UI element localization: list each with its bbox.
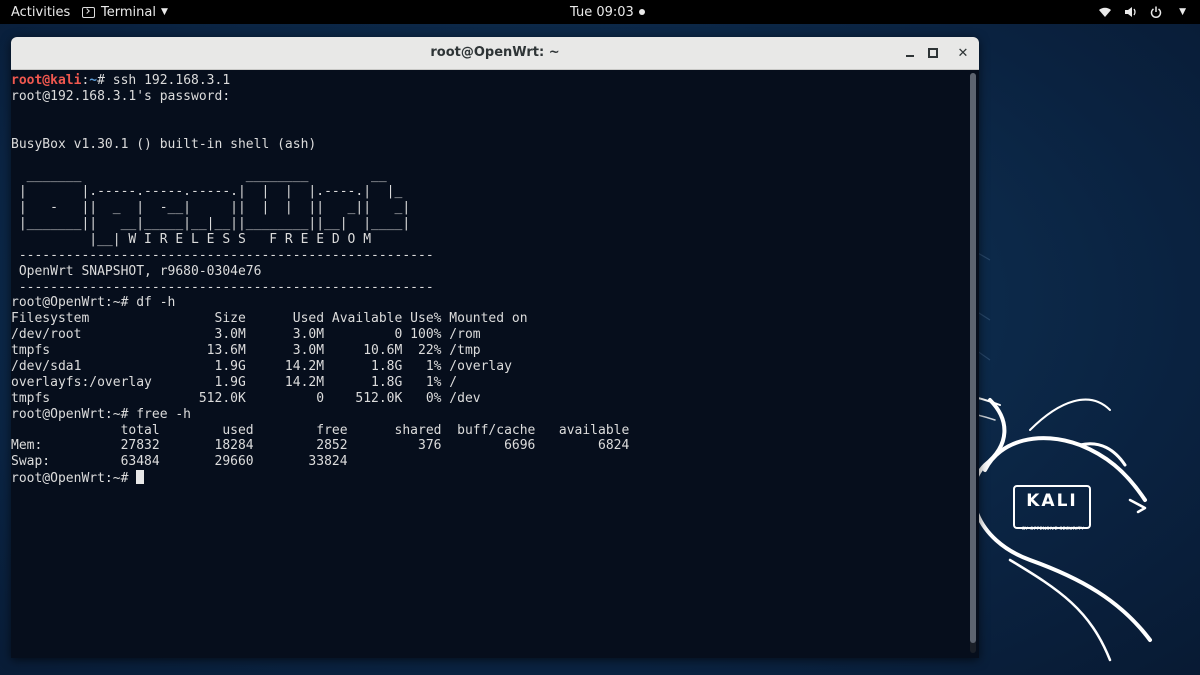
terminal-text: root@OpenWrt:~# free -h [11, 406, 192, 422]
terminal-line: tmpfs 13.6M 3.0M 10.6M 22% /tmp [11, 343, 966, 359]
app-menu-button[interactable]: Terminal ▼ [82, 0, 168, 24]
terminal-line: total used free shared buff/cache availa… [11, 423, 966, 439]
terminal-cursor [136, 470, 145, 485]
terminal-text: ----------------------------------------… [11, 247, 434, 263]
close-icon: ✕ [957, 45, 969, 61]
top-bar: Activities Terminal ▼ Tue 09:03 ▼ [0, 0, 1200, 24]
terminal-text: BusyBox v1.30.1 () built-in shell (ash) [11, 136, 317, 152]
terminal-line: overlayfs:/overlay 1.9G 14.2M 1.8G 1% / [11, 375, 966, 391]
system-tray[interactable]: ▼ [1098, 0, 1186, 24]
terminal-line: _______ ________ __ [11, 168, 966, 184]
notification-dot-icon [638, 9, 645, 15]
terminal-line: ----------------------------------------… [11, 248, 966, 264]
terminal-line: | - || _ | -__| || | | || _|| _| [11, 200, 966, 216]
close-button[interactable]: ✕ [952, 42, 974, 64]
terminal-text: Swap: 63484 29660 33824 [11, 454, 348, 470]
terminal-line: Swap: 63484 29660 33824 [11, 454, 966, 470]
maximize-button[interactable] [922, 42, 944, 64]
terminal-line: root@OpenWrt:~# [11, 470, 966, 486]
activities-label: Activities [11, 4, 71, 20]
kali-logo-subtext: BY OFFENSIVE SECURITY [1022, 527, 1084, 532]
terminal-output[interactable]: root@kali:~# ssh 192.168.3.1 root@192.168… [11, 73, 966, 653]
kali-logo-text: KALI [1026, 491, 1078, 511]
clock-label: Tue 09:03 [570, 4, 634, 20]
terminal-text: ~ [89, 73, 98, 88]
terminal-text: Mem: 27832 18284 2852 376 6696 6824 [11, 438, 630, 454]
minimize-button[interactable] [899, 42, 921, 64]
terminal-text: tmpfs 512.0K 0 512.0K 0% /dev [11, 390, 481, 406]
terminal-text: root@kali [11, 73, 82, 88]
terminal-icon [82, 6, 95, 18]
terminal-line: root@OpenWrt:~# free -h [11, 407, 966, 423]
terminal-line: |__| W I R E L E S S F R E E D O M [11, 232, 966, 248]
app-menu-label: Terminal [101, 4, 156, 20]
terminal-text: | |.-----.-----.-----.| | | |.----.| |_ [11, 184, 403, 200]
terminal-line: root@OpenWrt:~# df -h [11, 295, 966, 311]
terminal-text: ----------------------------------------… [11, 279, 434, 295]
terminal-line: Mem: 27832 18284 2852 376 6696 6824 [11, 438, 966, 454]
terminal-text: # ssh 192.168.3.1 [97, 73, 231, 88]
terminal-text: /dev/sda1 1.9G 14.2M 1.8G 1% /overlay [11, 359, 512, 375]
terminal-text: |_______|| __|_____|__|__||________||__|… [11, 216, 411, 232]
terminal-line: /dev/sda1 1.9G 14.2M 1.8G 1% /overlay [11, 359, 966, 375]
terminal-text: |__| W I R E L E S S F R E E D O M [11, 231, 372, 247]
terminal-line: |_______|| __|_____|__|__||________||__|… [11, 216, 966, 232]
caret-down-icon: ▼ [1179, 7, 1186, 17]
terminal-line: BusyBox v1.30.1 () built-in shell (ash) [11, 137, 966, 153]
terminal-window[interactable]: root@OpenWrt: ~ ✕ root@kali:~# ssh 192.1… [11, 37, 979, 658]
volume-icon [1124, 6, 1138, 18]
terminal-text: tmpfs 13.6M 3.0M 10.6M 22% /tmp [11, 343, 481, 359]
terminal-text: | - || _ | -__| || | | || _|| _| [11, 200, 411, 216]
caret-down-icon: ▼ [160, 7, 168, 17]
power-icon [1150, 6, 1162, 18]
scrollbar-thumb[interactable] [970, 73, 976, 643]
terminal-line: root@192.168.3.1's password: [11, 89, 966, 105]
terminal-area[interactable]: root@kali:~# ssh 192.168.3.1 root@192.168… [11, 70, 979, 658]
activities-button[interactable]: Activities [11, 0, 70, 24]
terminal-line: | |.-----.-----.-----.| | | |.----.| |_ [11, 184, 966, 200]
terminal-text: OpenWrt SNAPSHOT, r9680-0304e76 [11, 263, 262, 279]
wifi-icon [1098, 6, 1112, 18]
terminal-text: /dev/root 3.0M 3.0M 0 100% /rom [11, 327, 481, 343]
terminal-text: root@OpenWrt:~# df -h [11, 295, 176, 311]
terminal-line: ----------------------------------------… [11, 280, 966, 296]
kali-logo: KALI [1013, 485, 1091, 529]
terminal-text: Filesystem Size Used Available Use% Moun… [11, 311, 528, 327]
terminal-line: root@kali:~# ssh 192.168.3.1 [11, 73, 966, 89]
terminal-text: root@OpenWrt:~# [11, 471, 137, 487]
terminal-line: /dev/root 3.0M 3.0M 0 100% /rom [11, 327, 966, 343]
minimize-icon [906, 55, 914, 57]
terminal-line: OpenWrt SNAPSHOT, r9680-0304e76 [11, 264, 966, 280]
window-title: root@OpenWrt: ~ [430, 45, 560, 60]
clock-button[interactable]: Tue 09:03 [570, 0, 645, 24]
terminal-text: overlayfs:/overlay 1.9G 14.2M 1.8G 1% / [11, 374, 458, 390]
scrollbar[interactable] [970, 73, 976, 653]
terminal-line: tmpfs 512.0K 0 512.0K 0% /dev [11, 391, 966, 407]
window-titlebar[interactable]: root@OpenWrt: ~ ✕ [11, 37, 979, 70]
terminal-text: total used free shared buff/cache availa… [11, 422, 630, 438]
terminal-text: root@192.168.3.1's password: [11, 88, 231, 104]
maximize-icon [928, 48, 938, 58]
terminal-line: Filesystem Size Used Available Use% Moun… [11, 311, 966, 327]
terminal-text: _______ ________ __ [11, 168, 387, 184]
